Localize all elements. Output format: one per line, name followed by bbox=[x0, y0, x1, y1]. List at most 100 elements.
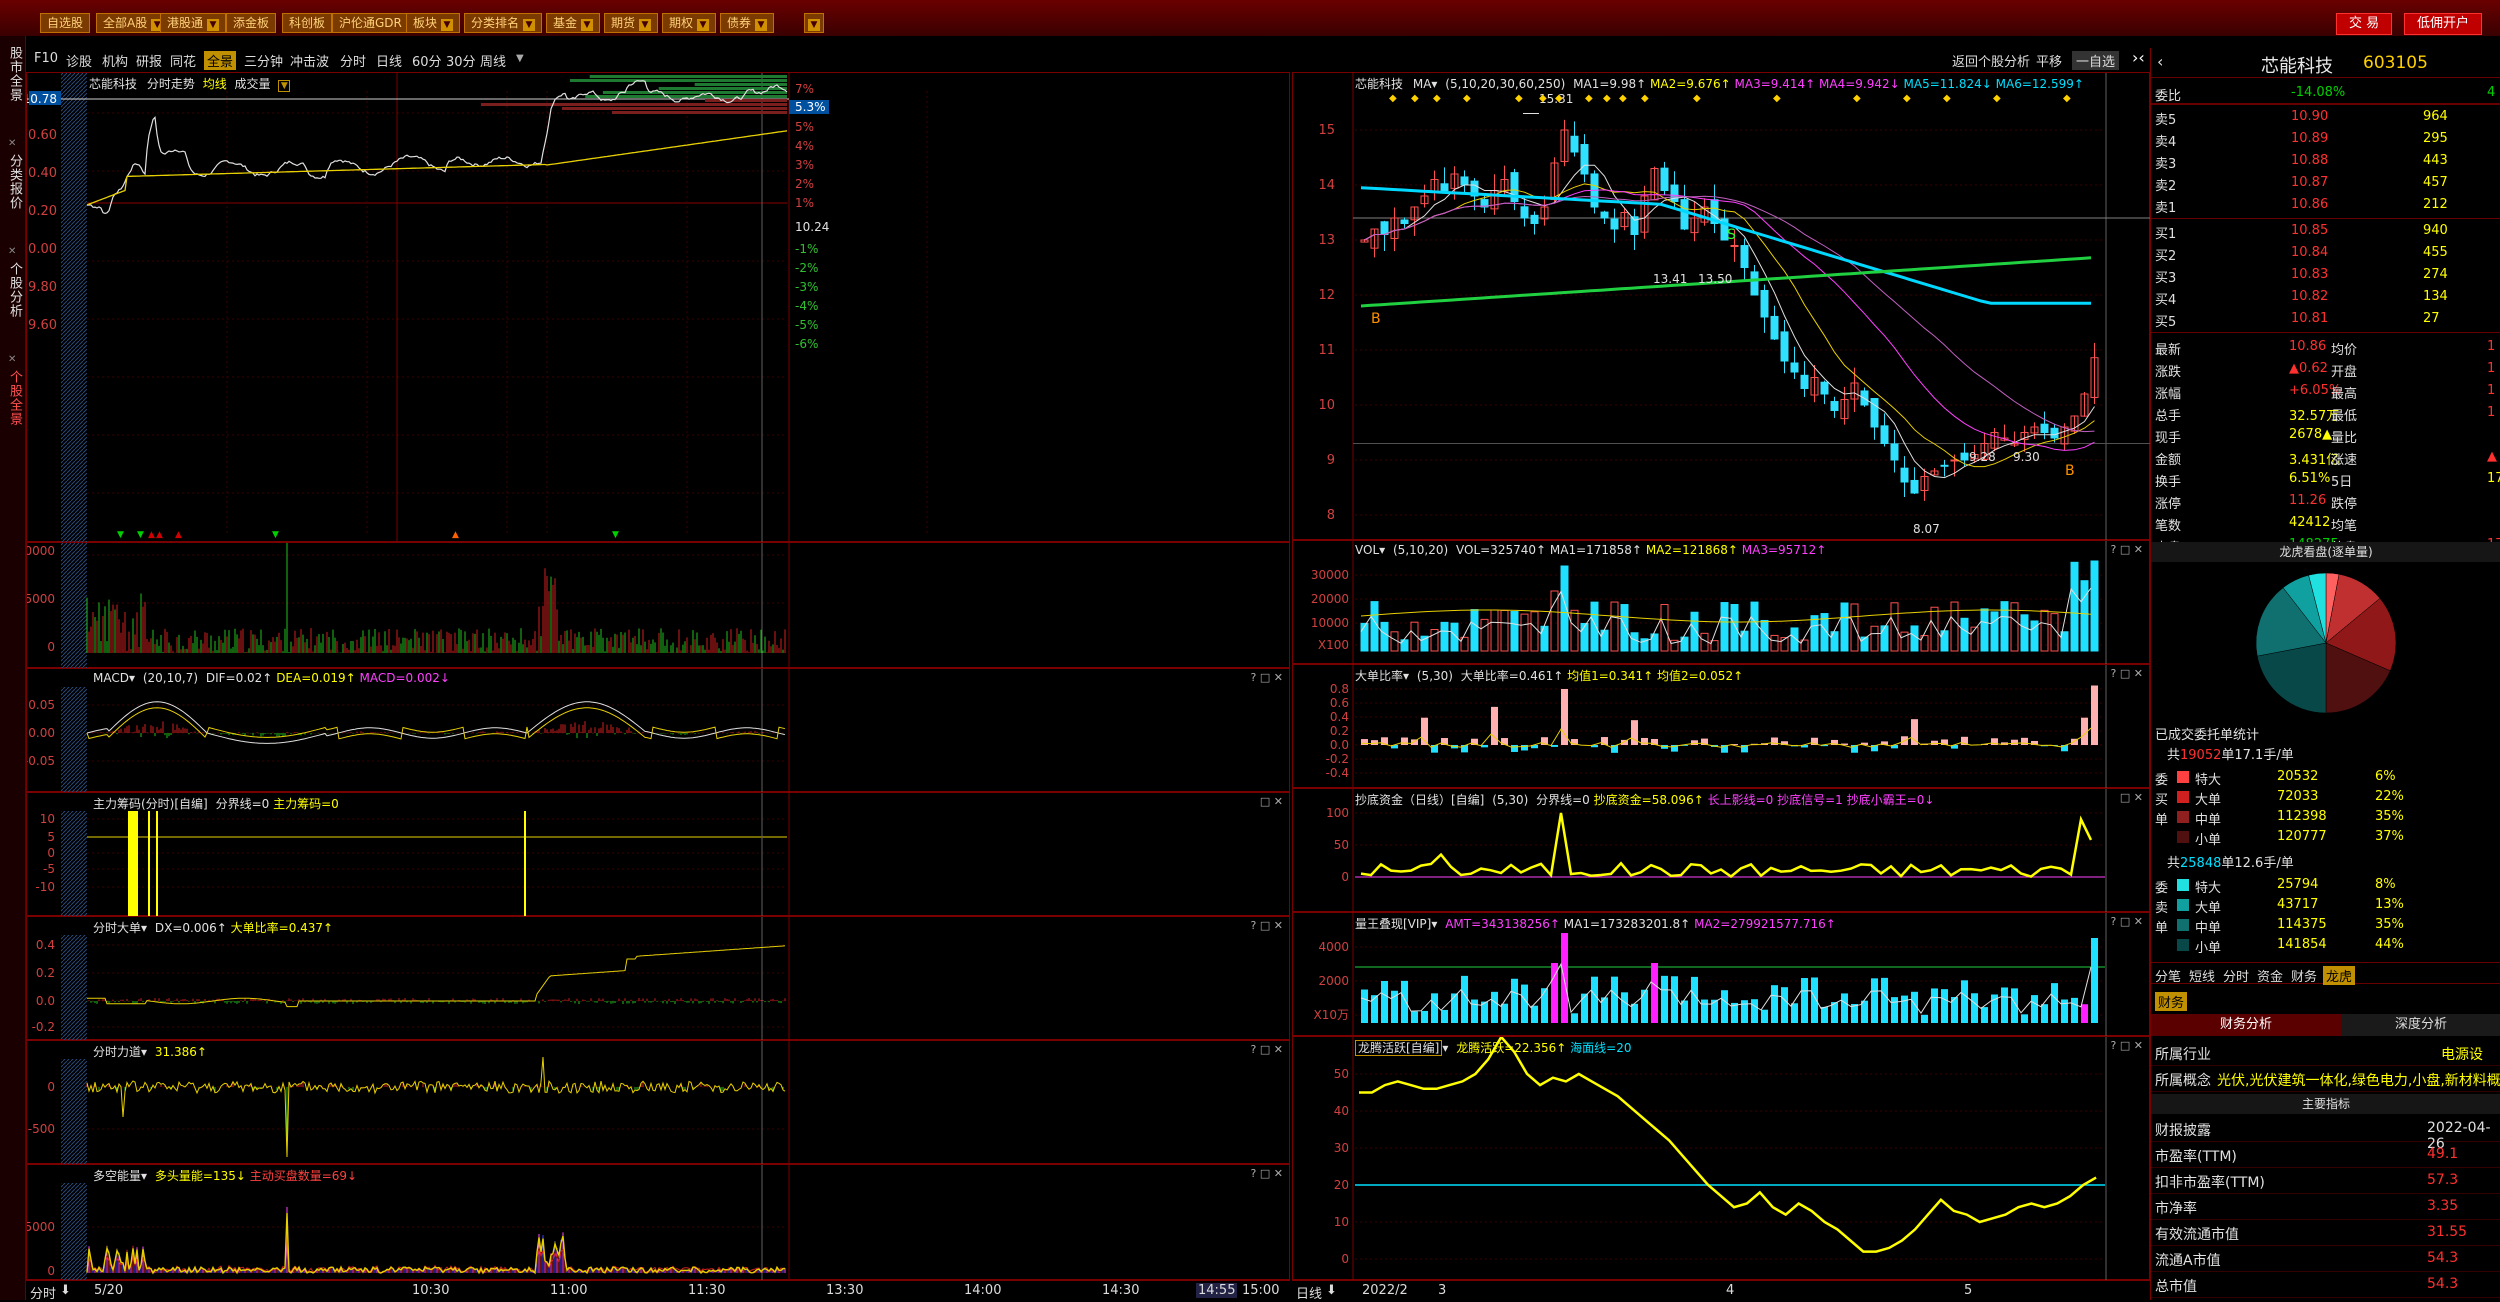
vol-bar bbox=[1971, 627, 1978, 651]
period-select[interactable]: 分时 bbox=[30, 1283, 56, 1302]
tb-cyb[interactable]: 添金板 bbox=[226, 13, 276, 33]
vol-bar bbox=[1851, 604, 1858, 651]
axis-label: 0.2 bbox=[1330, 724, 1349, 738]
tb-bonds[interactable]: 债券▼ bbox=[720, 13, 774, 33]
candle-body bbox=[1401, 220, 1408, 224]
daily-kline-panel: 芯能科技 MA▾ (5,10,20,30,60,250) MA1=9.98↑ M… bbox=[1292, 72, 2150, 540]
chevron-down-icon[interactable]: ⬇ bbox=[60, 1283, 71, 1298]
event-marker: ◆ bbox=[1411, 93, 1419, 104]
close-icon[interactable]: ✕ bbox=[8, 246, 16, 257]
back-to-analysis[interactable]: 返回个股分析 bbox=[1952, 51, 2030, 70]
period-select[interactable]: 日线 bbox=[1296, 1283, 1322, 1302]
vol-bar bbox=[1911, 626, 1918, 651]
buy-stat-row: 单中单11239835% bbox=[2151, 806, 2500, 828]
bid-level: 买1 bbox=[2155, 223, 2176, 242]
tb-gdr[interactable]: 沪伦通GDR bbox=[332, 13, 409, 33]
tab-category-quote[interactable]: 分类报价 bbox=[5, 154, 24, 210]
tool-30[interactable]: 30分 bbox=[446, 51, 476, 70]
tb-more[interactable]: ▼ bbox=[804, 13, 824, 33]
tb-kcb[interactable]: 科创板 bbox=[282, 13, 332, 33]
axis-label: X10万 bbox=[1314, 1008, 1350, 1022]
tool-tonghua[interactable]: 同花 bbox=[170, 51, 196, 70]
tool-rixian[interactable]: 日线 bbox=[376, 51, 402, 70]
chevron-down-icon[interactable]: ⬇ bbox=[1326, 1283, 1337, 1298]
trade-button[interactable]: 交 易 bbox=[2336, 13, 2392, 35]
daily-vol-panel: VOL▾ (5,10,20) VOL=325740↑ MA1=171858↑ M… bbox=[1292, 540, 2150, 664]
tb-ggt[interactable]: 港股通▼ bbox=[160, 13, 226, 33]
fin-tab[interactable]: 财务 bbox=[2155, 992, 2187, 1011]
tab-zijin[interactable]: 资金 bbox=[2257, 966, 2283, 985]
annot-r1: 9.28 bbox=[1969, 450, 1996, 464]
tool-quanjing[interactable]: 全景 bbox=[204, 51, 236, 70]
tab-longhu[interactable]: 龙虎 bbox=[2323, 966, 2355, 985]
tb-options[interactable]: 期权▼ bbox=[662, 13, 716, 33]
k-axis: 14 bbox=[1318, 178, 1335, 193]
vol-bar bbox=[2081, 581, 2088, 651]
tab-stock-full[interactable]: 个股全景 bbox=[5, 370, 24, 426]
bid-row: 买510.8127 bbox=[2151, 308, 2500, 330]
tool-f10[interactable]: F10 bbox=[34, 51, 58, 66]
pre-market-area bbox=[61, 1059, 87, 1165]
tab-stock-analysis[interactable]: 个股分析 bbox=[5, 262, 24, 318]
macd-axis: 0.00 bbox=[28, 726, 55, 740]
tool-zhou[interactable]: 周线 bbox=[480, 51, 506, 70]
lw-bar bbox=[1381, 981, 1388, 1023]
tb-futures[interactable]: 期货▼ bbox=[604, 13, 658, 33]
y-label: 10.20 bbox=[27, 204, 57, 219]
tab-market-overview[interactable]: 股市全景 bbox=[5, 46, 24, 102]
back-icon[interactable]: ‹ bbox=[2157, 52, 2163, 71]
tb-label: 全部A股 bbox=[103, 16, 147, 30]
tool-yanbao[interactable]: 研报 bbox=[136, 51, 162, 70]
fin-sub-tab-deep[interactable]: 深度分析 bbox=[2341, 1014, 2500, 1036]
open-account-button[interactable]: 低佣开户 bbox=[2404, 13, 2482, 35]
lw-bar bbox=[1671, 976, 1678, 1023]
tab-fenbi[interactable]: 分笔 bbox=[2155, 966, 2181, 985]
tb-rank[interactable]: 分类排名▼ bbox=[464, 13, 542, 33]
watchlist-select[interactable]: 一自选 bbox=[2072, 51, 2119, 70]
intraday-x-axis: 分时⬇ 5/20 10:30 11:00 11:30 13:30 14:00 1… bbox=[26, 1280, 1290, 1300]
tool-jigou[interactable]: 机构 bbox=[102, 51, 128, 70]
tb-bankuai[interactable]: 板块▼ bbox=[406, 13, 460, 33]
collapse-icon[interactable]: ›‹ bbox=[2132, 48, 2145, 67]
close-icon[interactable]: ✕ bbox=[8, 138, 16, 149]
tool-fenshi[interactable]: 分时 bbox=[340, 51, 366, 70]
tool-chongji[interactable]: 冲击波 bbox=[290, 51, 329, 70]
chevron-down-icon[interactable]: ▼ bbox=[516, 53, 524, 64]
daily-kline-chart: 1514131211109815.318.0713.4113.509.289.3… bbox=[1293, 73, 2151, 541]
tab-fenshi[interactable]: 分时 bbox=[2223, 966, 2249, 985]
info-row: 总手32.57万最低1 bbox=[2151, 402, 2500, 424]
daily-vol-chart: 300002000010000X100 bbox=[1293, 541, 2151, 665]
fin-row: 财报披露2022-04-26 bbox=[2151, 1116, 2500, 1142]
lw-bar bbox=[1791, 1003, 1798, 1023]
dd-axis: 0.0 bbox=[36, 994, 55, 1008]
industry-value[interactable]: 电源设 bbox=[2441, 1044, 2483, 1064]
order-count: 114375 bbox=[2277, 917, 2327, 932]
close-icon[interactable]: ✕ bbox=[8, 354, 16, 365]
pct-label: 1% bbox=[795, 196, 814, 210]
tool-3min[interactable]: 三分钟 bbox=[244, 51, 283, 70]
candle-body bbox=[1961, 453, 1968, 460]
event-marker: ◆ bbox=[1903, 93, 1911, 104]
tool-zhengu[interactable]: 诊股 bbox=[66, 51, 92, 70]
tab-duanxian[interactable]: 短线 bbox=[2189, 966, 2215, 985]
lw-bar bbox=[1681, 1001, 1688, 1023]
pan-button[interactable]: 平移 bbox=[2036, 51, 2062, 70]
main-index-header: 主要指标 bbox=[2151, 1094, 2500, 1114]
tool-60[interactable]: 60分 bbox=[412, 51, 442, 70]
fin-sub-tab-analysis[interactable]: 财务分析 bbox=[2151, 1014, 2341, 1036]
y-label: 10.60 bbox=[27, 128, 57, 143]
lw-bar bbox=[2021, 1014, 2028, 1023]
concept-value[interactable]: 光伏,光伏建筑一体化,绿色电力,小盘,新材料概念 bbox=[2217, 1070, 2500, 1090]
lw-bar bbox=[1961, 980, 1968, 1023]
macd-axis: 0.05 bbox=[28, 698, 55, 712]
tab-caiwu[interactable]: 财务 bbox=[2291, 966, 2317, 985]
tb-zixuan[interactable]: 自选股 bbox=[40, 13, 90, 33]
lw-bar bbox=[1561, 933, 1568, 1023]
fin-value: 31.55 bbox=[2427, 1224, 2467, 1240]
order-pie-chart bbox=[2251, 568, 2401, 718]
pct-label: -2% bbox=[795, 261, 818, 275]
info-label: 笔数 bbox=[2155, 515, 2181, 534]
signal-marker: ▼ bbox=[612, 530, 619, 540]
lw-bar bbox=[1491, 992, 1498, 1023]
tb-fund[interactable]: 基金▼ bbox=[546, 13, 600, 33]
